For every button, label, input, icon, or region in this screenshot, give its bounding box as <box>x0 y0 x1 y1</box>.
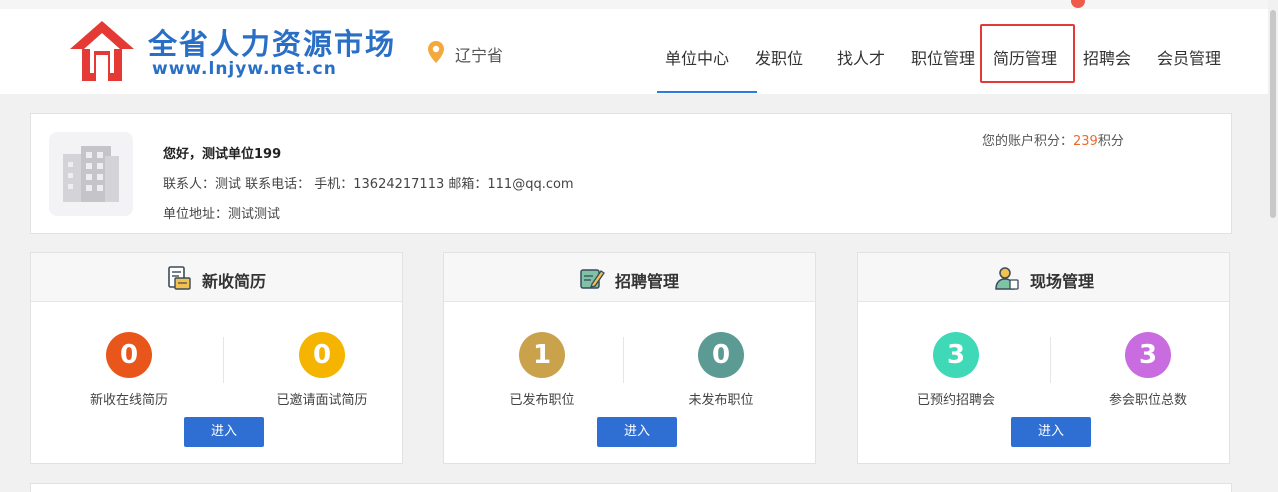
points-label: 您的账户积分： <box>982 134 1074 149</box>
panel-onsite-management: 现场管理 3 已预约招聘会 3 参会职位总数 进入 <box>857 252 1230 464</box>
recruit-edit-icon <box>580 269 605 289</box>
nav-job-management[interactable]: 职位管理 <box>911 45 975 69</box>
notification-dot <box>1071 0 1085 8</box>
nav-active-indicator <box>657 91 757 93</box>
panel-header: 新收简历 <box>31 253 402 302</box>
greeting-text: 您好，测试单位199 <box>163 147 282 162</box>
panel-title: 现场管理 <box>1030 272 1095 291</box>
stat-divider <box>623 337 624 383</box>
panel-header: 招聘管理 <box>444 253 815 302</box>
new-online-resumes-label: 新收在线简历 <box>89 393 168 408</box>
interview-invited-count[interactable]: 0 <box>299 332 345 378</box>
panel-title: 招聘管理 <box>615 272 680 291</box>
nav-post-job[interactable]: 发职位 <box>755 45 803 69</box>
panel-recruitment-management: 招聘管理 1 已发布职位 0 未发布职位 进入 <box>443 252 816 464</box>
logo-house-icon[interactable] <box>66 19 138 87</box>
panel-new-resumes: 新收简历 0 新收在线简历 0 已邀请面试简历 进入 <box>30 252 403 464</box>
booked-job-fairs-count[interactable]: 3 <box>933 332 979 378</box>
company-address: 单位地址：测试测试 <box>163 207 281 222</box>
account-points: 您的账户积分：239积分 <box>982 130 1124 149</box>
brand-url[interactable]: www.lnjyw.net.cn <box>152 59 337 79</box>
location-text[interactable]: 辽宁省 <box>455 42 503 66</box>
fair-positions-total-count[interactable]: 3 <box>1125 332 1171 378</box>
stat-divider <box>223 337 224 383</box>
unpublished-jobs-count[interactable]: 0 <box>698 332 744 378</box>
scrollbar-thumb[interactable] <box>1270 10 1276 218</box>
new-online-resumes-count[interactable]: 0 <box>106 332 152 378</box>
next-section-card <box>30 483 1232 492</box>
nav-job-fair[interactable]: 招聘会 <box>1083 45 1131 69</box>
panel-header: 现场管理 <box>858 253 1229 302</box>
unpublished-jobs-label: 未发布职位 <box>688 393 754 408</box>
nav-highlight-box <box>980 24 1075 83</box>
enter-button[interactable]: 进入 <box>1011 417 1091 447</box>
company-info-card: 您好，测试单位199 联系人：测试 联系电话： 手机：13624217113 邮… <box>30 113 1232 234</box>
location-pin-icon <box>428 41 444 63</box>
enter-button[interactable]: 进入 <box>184 417 264 447</box>
booked-job-fairs-label: 已预约招聘会 <box>916 393 995 408</box>
points-value: 239 <box>1073 134 1098 149</box>
contact-info: 联系人：测试 联系电话： 手机：13624217113 邮箱：111@qq.co… <box>163 177 574 192</box>
stat-divider <box>1050 337 1051 383</box>
points-unit: 积分 <box>1097 134 1124 149</box>
panel-title: 新收简历 <box>202 272 267 291</box>
nav-find-talent[interactable]: 找人才 <box>837 45 885 69</box>
page-scrollbar[interactable] <box>1268 0 1278 492</box>
brand-title[interactable]: 全省人力资源市场 <box>148 21 396 63</box>
top-strip <box>0 0 1278 9</box>
site-header: 全省人力资源市场 www.lnjyw.net.cn 辽宁省 单位中心 发职位 找… <box>0 9 1278 94</box>
published-jobs-count[interactable]: 1 <box>519 332 565 378</box>
enter-button[interactable]: 进入 <box>597 417 677 447</box>
published-jobs-label: 已发布职位 <box>509 393 575 408</box>
fair-positions-total-label: 参会职位总数 <box>1108 393 1187 408</box>
interview-invited-label: 已邀请面试简历 <box>276 393 368 408</box>
company-avatar <box>49 132 133 216</box>
resume-inbox-icon <box>168 266 191 290</box>
nav-unit-center[interactable]: 单位中心 <box>665 45 729 69</box>
nav-member-management[interactable]: 会员管理 <box>1157 45 1221 69</box>
onsite-person-icon <box>995 267 1019 290</box>
building-icon <box>63 146 119 202</box>
